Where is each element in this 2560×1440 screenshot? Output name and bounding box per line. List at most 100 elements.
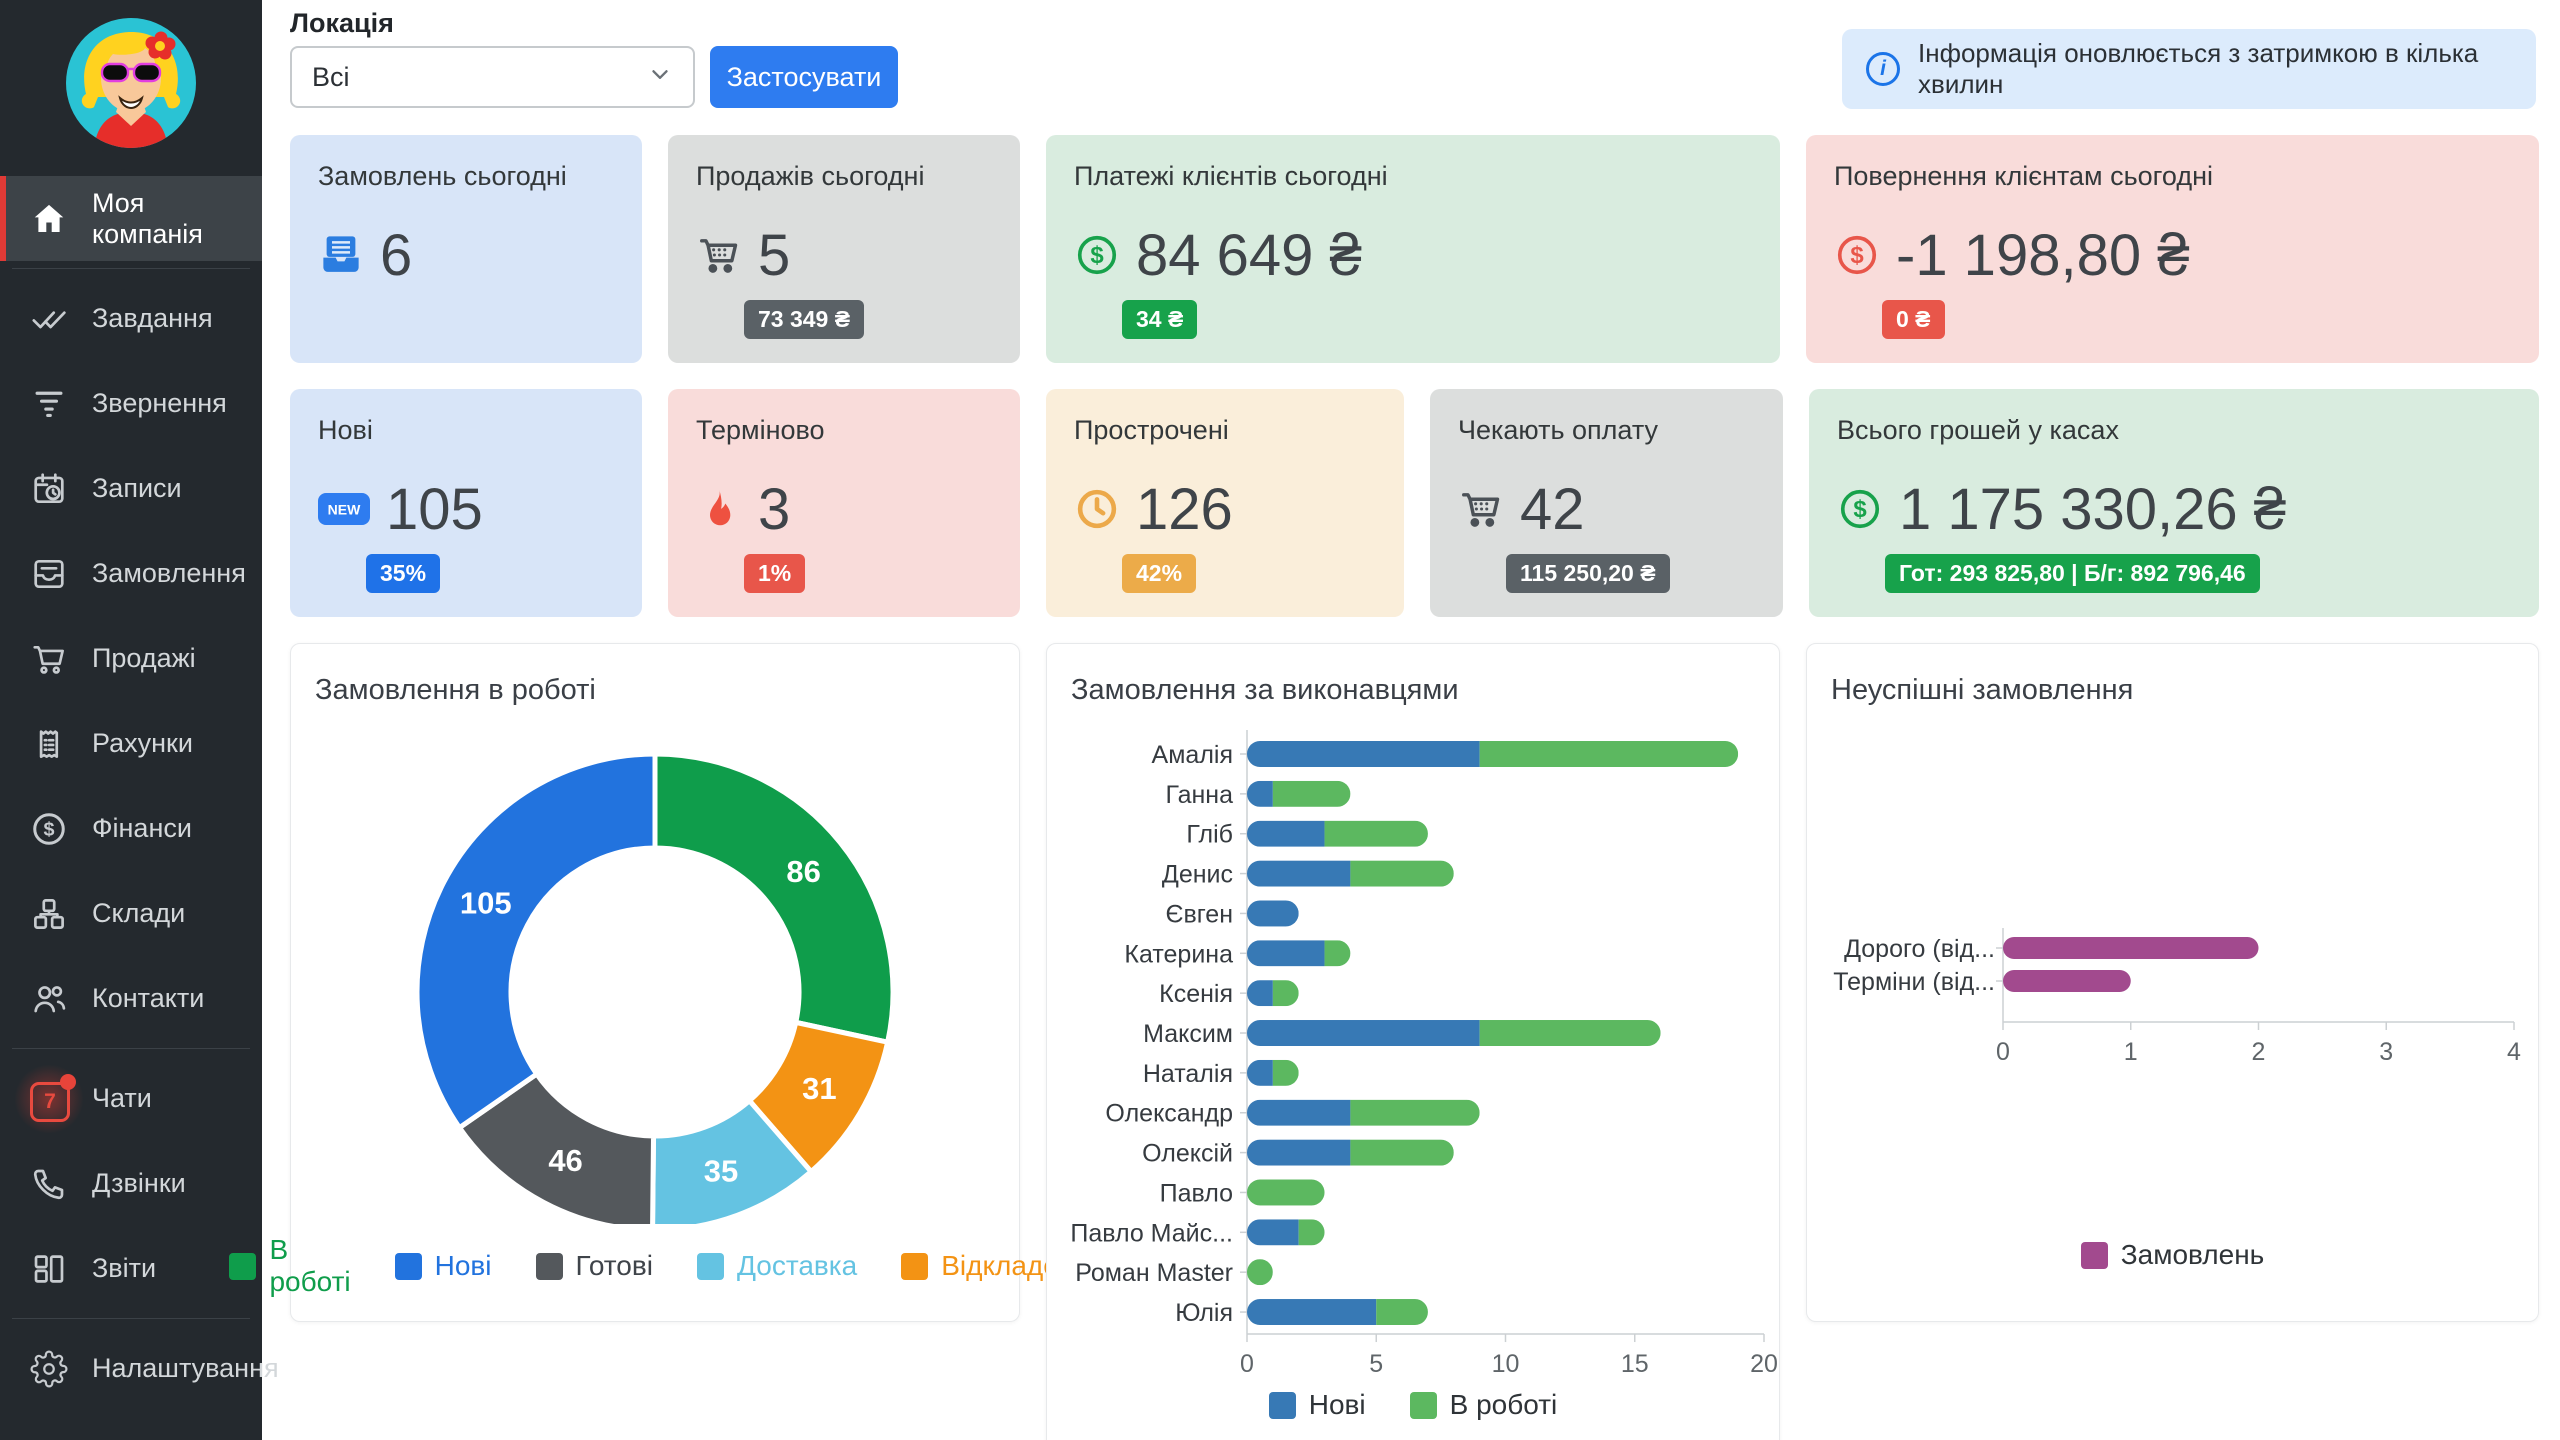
sidebar-item-sales[interactable]: Продажі	[0, 616, 262, 701]
sidebar-item-warehouses[interactable]: Склади	[0, 871, 262, 956]
svg-text:105: 105	[460, 885, 512, 920]
sidebar-item-orders[interactable]: Замовлення	[0, 531, 262, 616]
chat-notification-dot	[60, 1074, 76, 1090]
kpi-card-title: Замовлень сьогодні	[318, 161, 614, 192]
user-avatar[interactable]	[0, 0, 262, 150]
sidebar-item-chats[interactable]: 7 Чати	[0, 1056, 262, 1141]
kpi-cards-row-1: Замовлень сьогодні 6 Продажів сьогодні 5…	[290, 135, 2539, 363]
legend-item-замовлень[interactable]: Замовлень	[2081, 1239, 2265, 1271]
kpi-card-badge: 42%	[1122, 554, 1196, 593]
sidebar-divider	[0, 1041, 262, 1056]
kpi-card-row2-3[interactable]: Прострочені 126 42%	[1046, 389, 1404, 617]
sidebar-item-company[interactable]: Моя компанія	[0, 176, 262, 261]
warehouse-icon	[30, 895, 68, 933]
legend-label: Доставка	[737, 1250, 857, 1282]
phone-icon	[30, 1165, 68, 1203]
reports-icon	[30, 1250, 68, 1288]
location-select[interactable]: Всі	[290, 46, 695, 108]
sidebar-item-contacts[interactable]: Контакти	[0, 956, 262, 1041]
calendar-icon	[30, 470, 68, 508]
legend-label: Замовлень	[2121, 1239, 2265, 1271]
sidebar-item-invoices[interactable]: Рахунки	[0, 701, 262, 786]
info-banner: i Інформація оновлюється з затримкою в к…	[1842, 29, 2536, 109]
kpi-card-title: Платежі клієнтів сьогодні	[1074, 161, 1752, 192]
legend-swatch	[1269, 1392, 1296, 1419]
svg-text:46: 46	[548, 1143, 582, 1178]
sidebar-item-label: Дзвінки	[92, 1168, 186, 1199]
sidebar-item-label: Чати	[92, 1083, 152, 1114]
kpi-card-row1-4[interactable]: Повернення клієнтам сьогодні $ -1 198,80…	[1806, 135, 2539, 363]
info-icon: i	[1866, 52, 1900, 86]
kpi-card-row1-2[interactable]: Продажів сьогодні 5 73 349 ₴	[668, 135, 1020, 363]
kpi-card-value: -1 198,80 ₴	[1896, 222, 2189, 289]
kpi-card-title: Прострочені	[1074, 415, 1376, 446]
sidebar-item-calls[interactable]: Дзвінки	[0, 1141, 262, 1226]
legend-item-доставка[interactable]: Доставка	[697, 1250, 857, 1282]
receipt-icon	[30, 725, 68, 763]
panel-orders-by-performers: Замовлення за виконавцями 05101520Амалія…	[1046, 643, 1780, 1440]
gear-icon	[30, 1350, 68, 1388]
sidebar-item-label: Контакти	[92, 983, 204, 1014]
sidebar-item-label: Звіти	[92, 1253, 156, 1284]
svg-text:$: $	[43, 818, 54, 840]
kpi-card-badge: Гот: 293 825,80 | Б/г: 892 796,46	[1885, 554, 2260, 593]
dashboard-page: Моя компанія Завдання Звернення Записи Замов…	[0, 0, 2560, 1440]
kpi-card-title: Чекають оплату	[1458, 415, 1755, 446]
performers-bar-chart: 05101520АмаліяГаннаГлібДенисЄвгенКатерин…	[1047, 644, 1781, 1384]
sidebar-item-settings[interactable]: Налаштування	[0, 1326, 262, 1411]
legend-item-в-роботі[interactable]: В роботі	[1410, 1389, 1558, 1421]
cart-icon	[30, 640, 68, 678]
legend-item-нові[interactable]: Нові	[395, 1250, 492, 1282]
kpi-card-row2-1[interactable]: Нові NEW 105 35%	[290, 389, 642, 617]
kpi-card-value: 84 649 ₴	[1136, 222, 1362, 289]
legend-label: Нові	[435, 1250, 492, 1282]
kpi-card-value: 105	[386, 476, 483, 543]
sidebar-item-requests[interactable]: Звернення	[0, 361, 262, 446]
kpi-card-row1-3[interactable]: Платежі клієнтів сьогодні $ 84 649 ₴ 34 …	[1046, 135, 1780, 363]
flame-icon	[696, 486, 742, 532]
new-badge-icon: NEW	[318, 493, 370, 525]
sidebar-divider	[0, 261, 262, 276]
svg-text:3: 3	[2379, 1038, 2393, 1066]
kpi-card-value: 6	[380, 222, 412, 289]
legend-item-нові[interactable]: Нові	[1269, 1389, 1366, 1421]
kpi-card-value: 126	[1136, 476, 1233, 543]
kpi-cards-row-2: Нові NEW 105 35%Терміново 3 1%Прострочен…	[290, 389, 2539, 617]
sidebar-item-records[interactable]: Записи	[0, 446, 262, 531]
sidebar-item-label: Замовлення	[92, 558, 246, 589]
kpi-card-row1-1[interactable]: Замовлень сьогодні 6	[290, 135, 642, 363]
legend-label: В роботі	[269, 1234, 350, 1298]
svg-text:1: 1	[2124, 1038, 2138, 1066]
svg-text:15: 15	[1621, 1350, 1649, 1378]
legend-item-в-роботі[interactable]: В роботі	[229, 1234, 350, 1298]
legend-label: Нові	[1309, 1389, 1366, 1421]
sidebar-item-finance[interactable]: $Фінанси	[0, 786, 262, 871]
kpi-card-row2-5[interactable]: Всього грошей у касах $ 1 175 330,26 ₴ Г…	[1809, 389, 2539, 617]
home-icon	[30, 200, 68, 238]
apply-button[interactable]: Застосувати	[710, 46, 898, 108]
sidebar-item-label: Продажі	[92, 643, 196, 674]
kpi-card-badge: 35%	[366, 554, 440, 593]
orders-icon	[30, 555, 68, 593]
sidebar-item-reports[interactable]: Звіти	[0, 1226, 262, 1311]
sidebar-item-label: Налаштування	[92, 1353, 279, 1384]
svg-text:$: $	[1090, 242, 1103, 269]
svg-text:Амалія: Амалія	[1152, 741, 1233, 769]
inbox-icon	[318, 232, 364, 278]
legend-swatch	[901, 1253, 928, 1280]
kpi-card-row2-4[interactable]: Чекають оплату 42 115 250,20 ₴	[1430, 389, 1783, 617]
sidebar-item-label: Звернення	[92, 388, 227, 419]
svg-text:4: 4	[2507, 1038, 2521, 1066]
donut-chart: 86313546105	[291, 644, 1021, 1224]
svg-text:Олександр: Олександр	[1105, 1100, 1233, 1128]
sidebar-item-tasks[interactable]: Завдання	[0, 276, 262, 361]
kpi-card-title: Терміново	[696, 415, 992, 446]
legend-label: В роботі	[1450, 1389, 1558, 1421]
panel-failed-orders: Неуспішні замовлення 01234Дорого (від...…	[1806, 643, 2539, 1322]
chat-icon: 7	[30, 1080, 68, 1118]
kpi-card-row2-2[interactable]: Терміново 3 1%	[668, 389, 1020, 617]
svg-text:Катерина: Катерина	[1124, 940, 1233, 968]
svg-text:Гліб: Гліб	[1186, 821, 1233, 849]
legend-item-готові[interactable]: Готові	[536, 1250, 653, 1282]
svg-text:Павло Майс...: Павло Майс...	[1070, 1219, 1233, 1247]
